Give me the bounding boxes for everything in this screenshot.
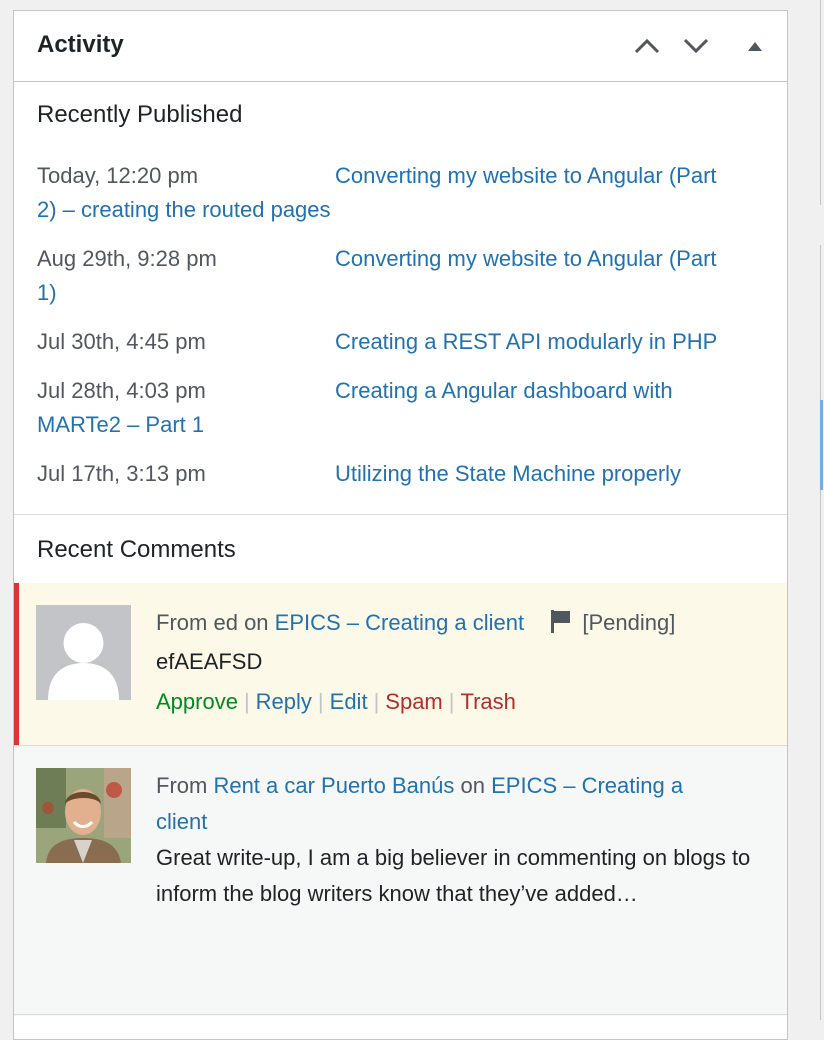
- comment-item-pending: From ed on EPICS – Creating a client [Pe…: [14, 583, 787, 745]
- recent-comments-heading: Recent Comments: [37, 536, 236, 563]
- post-link-line: EPICS – Creating a: [491, 773, 684, 798]
- widget-title: Activity: [37, 31, 124, 58]
- section-divider: [14, 1014, 787, 1015]
- approve-link[interactable]: Approve: [156, 689, 238, 714]
- user-photo-icon: [36, 768, 131, 863]
- post-title-link[interactable]: Utilizing the State Machine properly: [335, 461, 681, 486]
- post-title-line: 1): [37, 280, 57, 305]
- comment-text: Great write-up, I am a big believer in c…: [156, 845, 751, 906]
- section-divider: [14, 514, 787, 515]
- activity-widget: Activity Recently Published Today, 12:20…: [13, 10, 788, 1040]
- edit-link[interactable]: Edit: [330, 689, 368, 714]
- adjacent-panel-border: [820, 0, 821, 205]
- adjacent-focus-indicator: [820, 400, 823, 490]
- list-item: Jul 17th, 3:13 pm Utilizing the State Mac…: [37, 457, 772, 491]
- post-title-line: Converting my website to Angular (Part: [335, 246, 717, 271]
- recently-published-heading: Recently Published: [37, 101, 243, 128]
- comment-body: From Rent a car Puerto Banús on EPICS – …: [156, 768, 756, 912]
- post-title-line: Creating a Angular dashboard with: [335, 378, 673, 403]
- post-date: Aug 29th, 9:28 pm: [37, 246, 217, 271]
- action-separator: |: [317, 689, 324, 714]
- post-date: Today, 12:20 pm: [37, 163, 199, 188]
- move-up-button[interactable]: [630, 31, 664, 61]
- post-title-link[interactable]: Creating a REST API modularly in PHP: [335, 329, 717, 354]
- recently-published-list: Today, 12:20 pm Converting my website to …: [37, 159, 772, 506]
- on-label: on: [244, 610, 269, 635]
- post-title-line: 2) – creating the routed pages: [37, 197, 331, 222]
- from-label: From: [156, 610, 208, 635]
- comment-author-link[interactable]: Rent a car Puerto Banús: [213, 773, 454, 798]
- comment-actions: Approve | Reply | Edit | Spam | Trash: [156, 684, 756, 720]
- comment-meta: From Rent a car Puerto Banús on EPICS – …: [156, 768, 756, 840]
- comment-author: ed: [213, 610, 238, 635]
- post-link-line: client: [156, 809, 208, 834]
- move-down-button[interactable]: [679, 31, 713, 61]
- action-separator: |: [448, 689, 455, 714]
- from-label: From: [156, 773, 208, 798]
- triangle-up-icon: [748, 42, 762, 51]
- list-item: Jul 28th, 4:03 pm Creating a Angular dash…: [37, 374, 772, 442]
- post-date: Jul 28th, 4:03 pm: [37, 378, 206, 403]
- adjacent-panel-border: [820, 245, 821, 1020]
- post-title-line: Converting my website to Angular (Part: [335, 163, 717, 188]
- status-badge: [Pending]: [582, 610, 676, 635]
- widget-header: Activity: [14, 11, 787, 82]
- flag-icon: [548, 608, 572, 644]
- post-title-line: MARTe2 – Part 1: [37, 412, 205, 437]
- trash-link[interactable]: Trash: [460, 689, 515, 714]
- chevron-down-icon: [683, 38, 709, 54]
- list-item: Today, 12:20 pm Converting my website to …: [37, 159, 772, 227]
- avatar-default: [36, 605, 131, 700]
- on-label: on: [460, 773, 485, 798]
- toggle-panel-button[interactable]: [738, 31, 772, 61]
- spam-link[interactable]: Spam: [385, 689, 442, 714]
- comment-body: From ed on EPICS – Creating a client [Pe…: [156, 605, 756, 720]
- post-date: Jul 17th, 3:13 pm: [37, 461, 206, 486]
- comment-meta: From ed on EPICS – Creating a client [Pe…: [156, 605, 756, 644]
- chevron-up-icon: [634, 38, 660, 54]
- list-item: Jul 30th, 4:45 pm Creating a REST API mod…: [37, 325, 772, 359]
- post-date: Jul 30th, 4:45 pm: [37, 329, 206, 354]
- list-item: Aug 29th, 9:28 pm Converting my website t…: [37, 242, 772, 310]
- adjacent-panel-edge: [820, 0, 824, 1024]
- action-separator: |: [373, 689, 380, 714]
- comment-item: From Rent a car Puerto Banús on EPICS – …: [14, 745, 787, 1016]
- avatar-photo: [36, 768, 131, 863]
- comment-text: efAEAFSD: [156, 649, 263, 674]
- comment-post-link[interactable]: EPICS – Creating a client: [275, 610, 524, 635]
- reply-link[interactable]: Reply: [256, 689, 312, 714]
- action-separator: |: [243, 689, 250, 714]
- user-placeholder-icon: [36, 605, 131, 700]
